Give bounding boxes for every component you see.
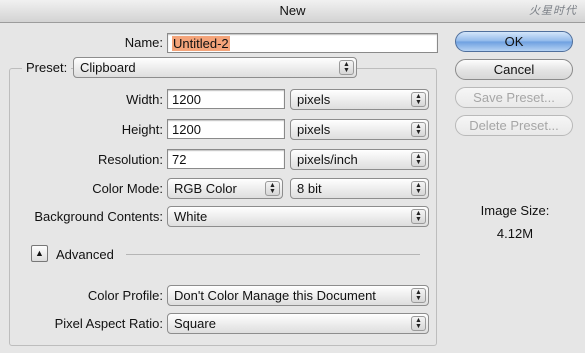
resolution-value: 72 (172, 152, 187, 167)
window-title-bar: New (0, 0, 585, 23)
resolution-unit-popup[interactable]: pixels/inch ▲ ▼ (290, 149, 429, 170)
window-title: New (279, 3, 306, 18)
advanced-divider (126, 254, 420, 255)
image-size-value: 4.12M (496, 226, 534, 241)
pixel-aspect-value: Square (174, 316, 216, 331)
popup-arrows-icon: ▲ ▼ (411, 316, 426, 331)
width-label: Width: (126, 92, 163, 107)
width-unit-value: pixels (297, 92, 331, 107)
color-mode-popup[interactable]: RGB Color ▲ ▼ (167, 178, 283, 199)
name-value: Untitled-2 (172, 36, 230, 51)
popup-arrows-icon: ▲ ▼ (411, 122, 426, 137)
ok-button[interactable]: OK (455, 31, 573, 52)
height-field[interactable]: 1200 (167, 119, 285, 139)
width-unit-popup[interactable]: pixels ▲ ▼ (290, 89, 429, 110)
triangle-up-icon: ▲ (35, 248, 44, 258)
image-size-label: Image Size: (480, 203, 550, 218)
height-label: Height: (121, 122, 163, 137)
advanced-disclosure-button[interactable]: ▲ (31, 245, 48, 262)
popup-arrows-icon: ▲ ▼ (411, 288, 426, 303)
background-popup[interactable]: White ▲ ▼ (167, 206, 429, 227)
resolution-label: Resolution: (97, 152, 163, 167)
color-profile-label: Color Profile: (87, 288, 163, 303)
height-unit-value: pixels (297, 122, 331, 137)
height-value: 1200 (172, 122, 201, 137)
color-mode-value: RGB Color (174, 181, 237, 196)
popup-arrows-icon: ▲ ▼ (411, 209, 426, 224)
popup-arrows-icon: ▲ ▼ (339, 60, 354, 75)
popup-arrows-icon: ▲ ▼ (411, 181, 426, 196)
bit-depth-value: 8 bit (297, 181, 322, 196)
delete-preset-button[interactable]: Delete Preset... (455, 115, 573, 136)
pixel-aspect-label: Pixel Aspect Ratio: (54, 316, 163, 331)
background-label: Background Contents: (34, 209, 163, 224)
name-label: Name: (124, 35, 163, 50)
name-field[interactable]: Untitled-2 (167, 33, 438, 53)
bit-depth-popup[interactable]: 8 bit ▲ ▼ (290, 178, 429, 199)
color-mode-label: Color Mode: (92, 181, 163, 196)
preset-value: Clipboard (80, 60, 136, 75)
watermark-logo: 火星时代 (529, 5, 577, 17)
preset-label: Preset: (22, 60, 72, 75)
popup-arrows-icon: ▲ ▼ (411, 92, 426, 107)
preset-popup[interactable]: Clipboard ▲ ▼ (73, 57, 357, 78)
background-value: White (174, 209, 208, 224)
cancel-button[interactable]: Cancel (455, 59, 573, 80)
color-profile-value: Don't Color Manage this Document (174, 288, 376, 303)
pixel-aspect-popup[interactable]: Square ▲ ▼ (167, 313, 429, 334)
popup-arrows-icon: ▲ ▼ (265, 181, 280, 196)
save-preset-button[interactable]: Save Preset... (455, 87, 573, 108)
resolution-unit-value: pixels/inch (297, 152, 358, 167)
width-field[interactable]: 1200 (167, 89, 285, 109)
color-profile-popup[interactable]: Don't Color Manage this Document ▲ ▼ (167, 285, 429, 306)
resolution-field[interactable]: 72 (167, 149, 285, 169)
popup-arrows-icon: ▲ ▼ (411, 152, 426, 167)
height-unit-popup[interactable]: pixels ▲ ▼ (290, 119, 429, 140)
advanced-label: Advanced (56, 247, 114, 262)
width-value: 1200 (172, 92, 201, 107)
